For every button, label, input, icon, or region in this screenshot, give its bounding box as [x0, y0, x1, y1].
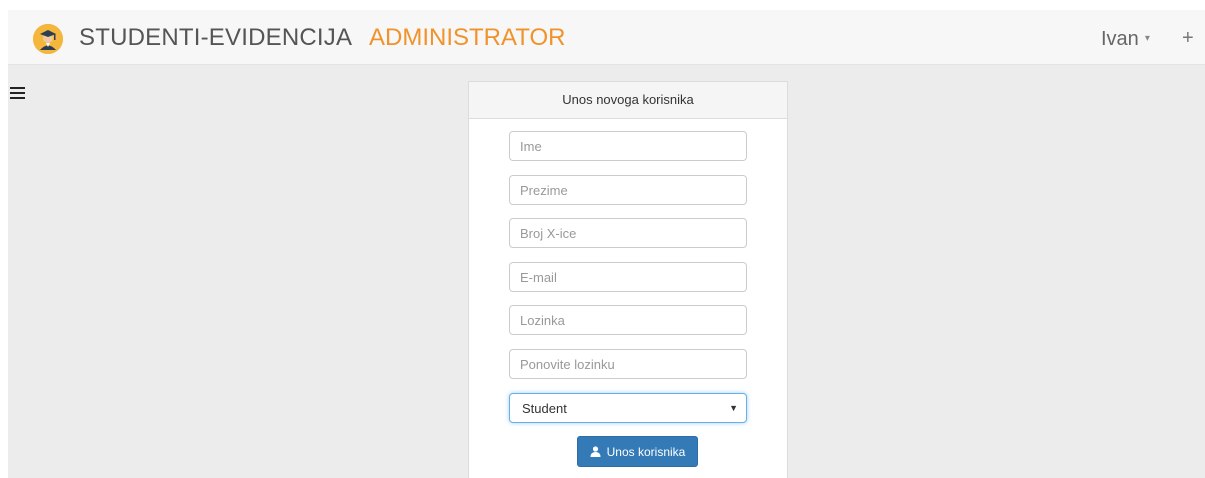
add-user-button-label: Unos korisnika — [606, 444, 686, 459]
last-name-input[interactable] — [509, 175, 747, 205]
panel-title: Unos novoga korisnika — [469, 82, 787, 119]
plus-icon[interactable]: + — [1182, 26, 1194, 50]
user-name: Ivan — [1101, 28, 1139, 50]
chevron-down-icon: ▾ — [1144, 33, 1150, 44]
dropdown-caret-icon: ▼ — [729, 403, 738, 413]
hamburger-icon[interactable] — [10, 87, 25, 101]
role-select[interactable]: Student ▼ — [509, 393, 747, 423]
new-user-panel: Unos novoga korisnika Student ▼ Unos kor… — [468, 81, 788, 478]
add-user-button[interactable]: Unos korisnika — [577, 436, 698, 467]
role-select-value: Student — [522, 400, 567, 416]
index-number-input[interactable] — [509, 218, 747, 248]
user-icon — [590, 446, 601, 457]
repeat-password-input[interactable] — [509, 349, 747, 379]
email-input[interactable] — [509, 262, 747, 292]
password-input[interactable] — [509, 305, 747, 335]
top-navbar: STUDENTI-EVIDENCIJA ADMINISTRATOR Ivan ▾… — [8, 10, 1205, 65]
app-brand[interactable]: STUDENTI-EVIDENCIJA — [79, 24, 352, 52]
role-label: ADMINISTRATOR — [369, 24, 566, 51]
first-name-input[interactable] — [509, 131, 747, 161]
graduate-icon[interactable] — [33, 24, 63, 54]
user-menu[interactable]: Ivan ▾ — [1101, 27, 1150, 51]
